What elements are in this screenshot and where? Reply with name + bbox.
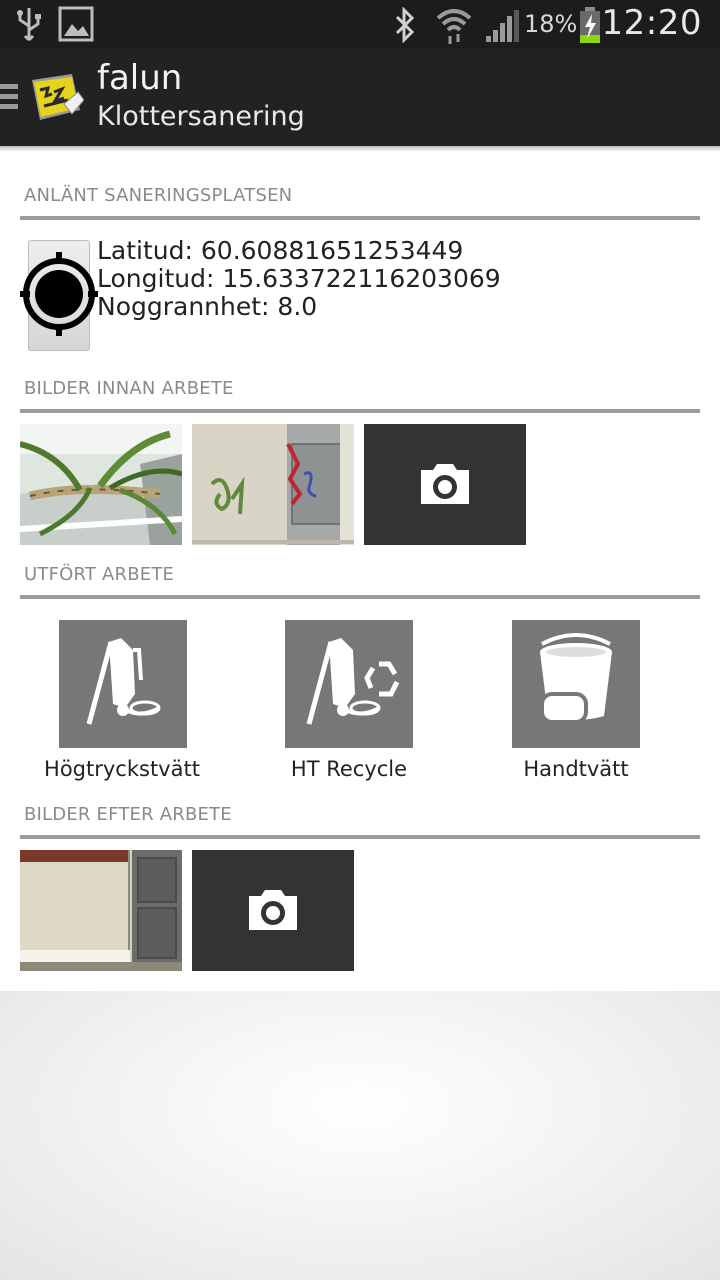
camera-icon [249, 890, 297, 930]
section-header-before: BILDER INNAN ARBETE [24, 378, 234, 399]
section-divider [20, 595, 700, 599]
signal-icon [486, 10, 519, 42]
clock: 12:20 [601, 3, 702, 43]
pressure-washer-recycle-icon [306, 638, 400, 725]
bucket-sponge-icon [540, 633, 612, 724]
gps-target-icon[interactable] [20, 250, 98, 338]
app-subtitle: Klottersanering [97, 101, 305, 132]
app-logo-icon[interactable] [28, 70, 84, 126]
gallery-icon [58, 6, 94, 42]
hand-wash-button[interactable] [512, 620, 640, 748]
section-header-work: UTFÖRT ARBETE [24, 564, 175, 585]
latitude-text: Latitud: 60.60881651253449 [97, 236, 464, 265]
usb-icon [17, 8, 41, 42]
drawer-menu-icon[interactable] [0, 84, 18, 114]
section-header-arrived: ANLÄNT SANERINGSPLATSEN [24, 185, 293, 206]
wifi-icon [436, 9, 472, 44]
action-bar-shadow [0, 146, 720, 152]
add-after-photo-button[interactable] [192, 850, 354, 971]
section-header-after: BILDER EFTER ARBETE [24, 804, 232, 825]
bluetooth-icon [395, 7, 415, 43]
before-photo-plant[interactable] [20, 424, 182, 545]
pressure-washer-icon [86, 638, 161, 725]
app-title: falun [97, 58, 183, 98]
longitude-text: Longitud: 15.633722116203069 [97, 264, 501, 293]
ht-recycle-label: HT Recycle [290, 757, 408, 781]
camera-icon [421, 464, 469, 504]
add-before-photo-button[interactable] [364, 424, 526, 545]
battery-charging-icon [580, 7, 600, 43]
pressure-wash-label: Högtryckstvätt [44, 757, 200, 781]
section-divider [20, 409, 700, 413]
after-photo-wall[interactable] [20, 850, 182, 971]
action-bar: falun Klottersanering [0, 48, 720, 146]
hand-wash-label: Handtvätt [523, 757, 629, 781]
section-divider [20, 216, 700, 220]
accuracy-text: Noggrannhet: 8.0 [97, 292, 318, 321]
status-bar: 18% 12:20 [0, 0, 720, 48]
empty-background [0, 991, 720, 1280]
ht-recycle-button[interactable] [285, 620, 413, 748]
battery-percent: 18% [524, 10, 578, 38]
pressure-wash-button[interactable] [59, 620, 187, 748]
before-photo-graffiti[interactable] [192, 424, 354, 545]
section-divider [20, 835, 700, 839]
